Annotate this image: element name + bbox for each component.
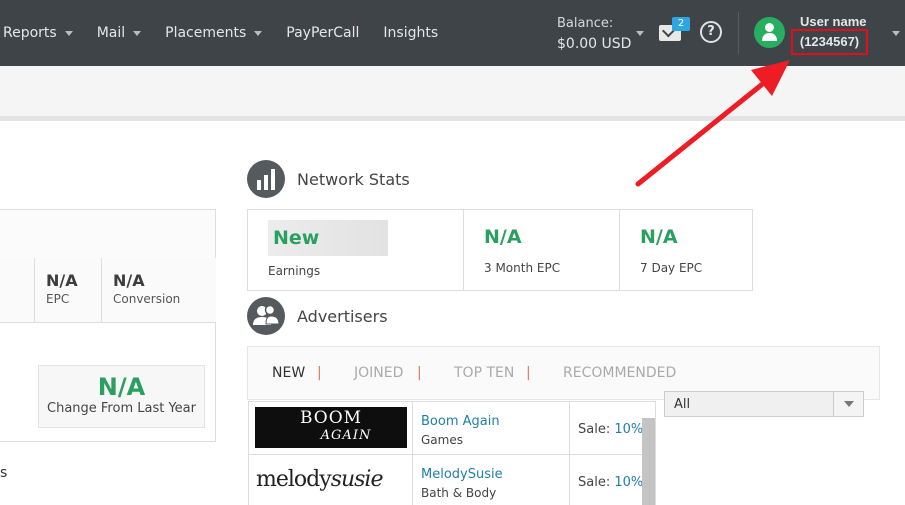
red-arrow-annotation [635,60,790,187]
